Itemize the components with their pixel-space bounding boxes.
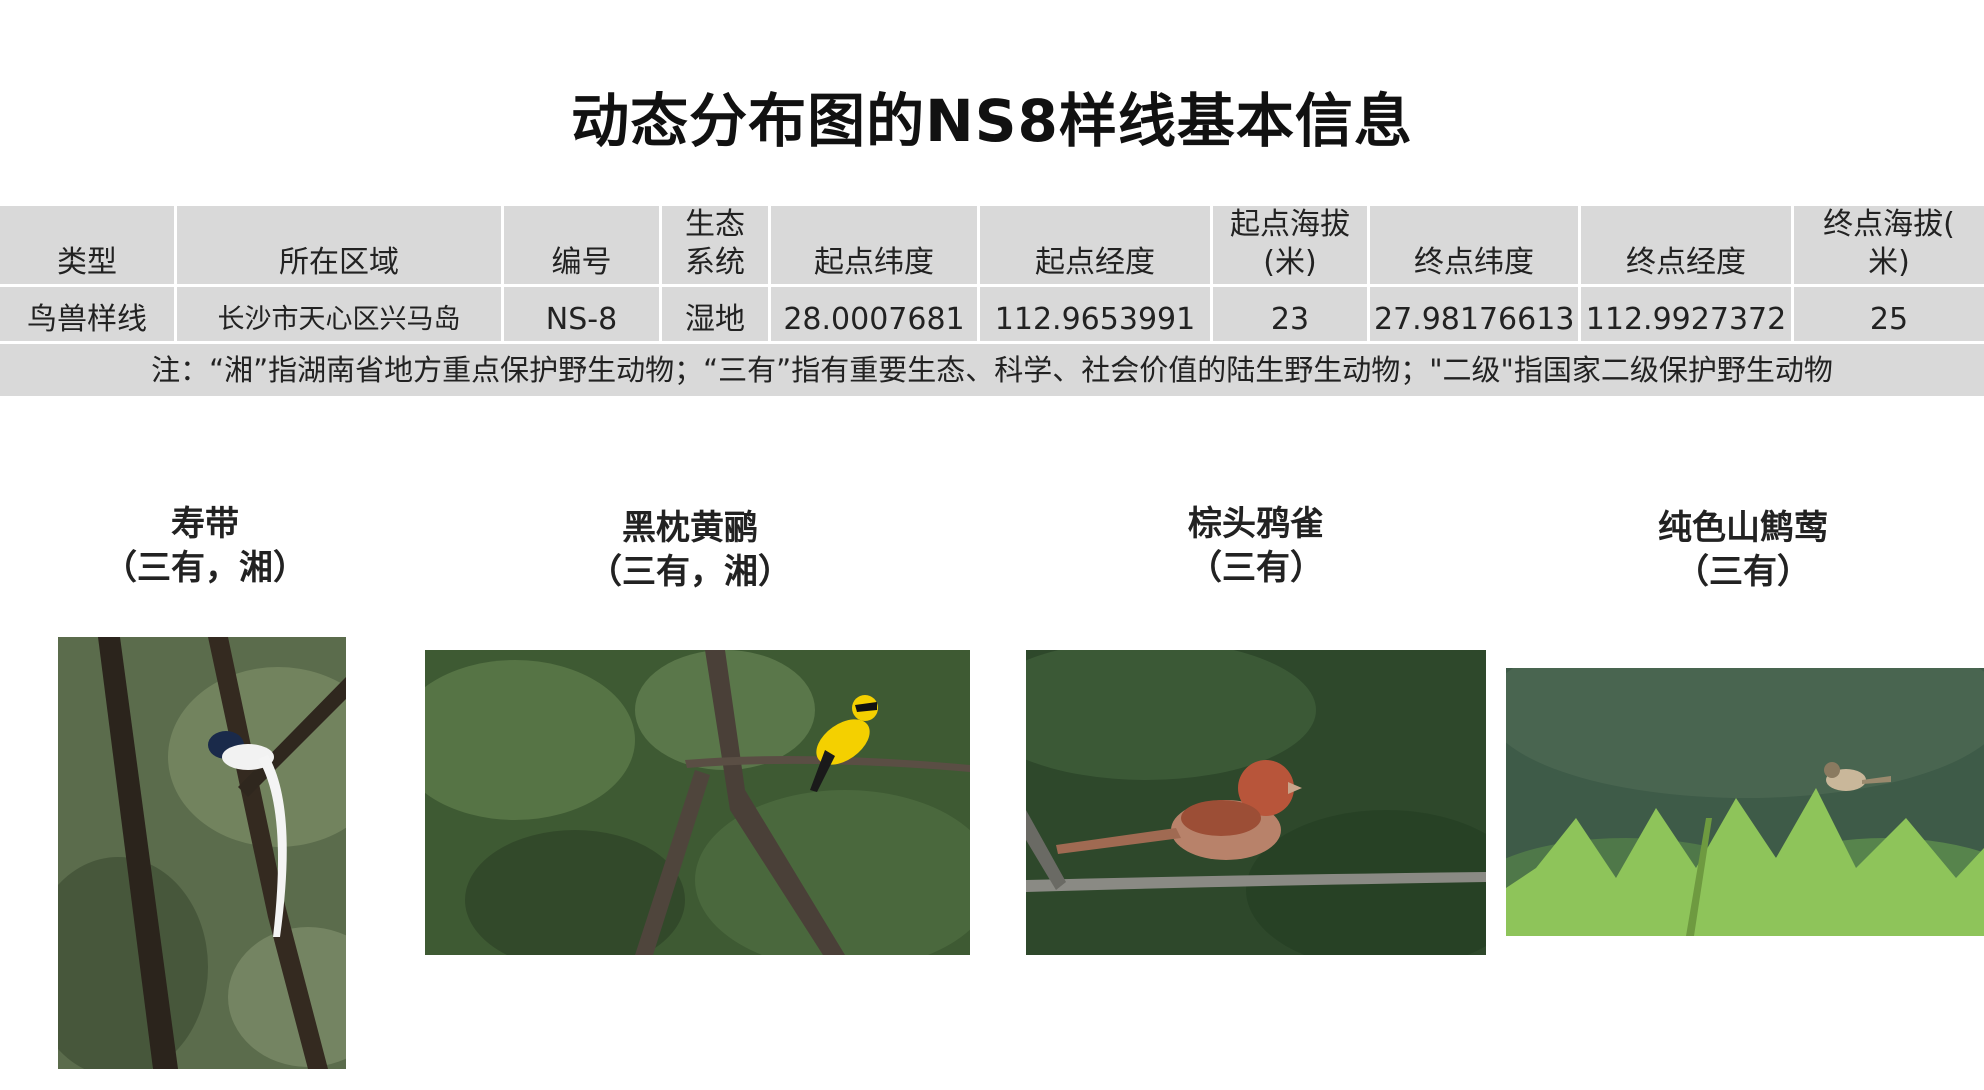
plain-prinia-photo: [1506, 668, 1984, 936]
header-end-lat: 终点纬度: [1370, 206, 1581, 287]
bird-name: 纯色山鹪莺: [1658, 508, 1828, 548]
bird-name: 棕头鸦雀: [1188, 504, 1324, 544]
header-end-alt: 终点海拔(米): [1794, 206, 1984, 287]
cell-start-lat: 28.0007681: [771, 287, 980, 344]
cell-start-lon: 112.9653991: [980, 287, 1213, 344]
table-note-row: 注：“湘”指湖南省地方重点保护野生动物；“三有”指有重要生态、科学、社会价值的陆…: [0, 344, 1984, 396]
cell-type: 鸟兽样线: [0, 287, 177, 344]
cell-ecosystem: 湿地: [662, 287, 771, 344]
header-type: 类型: [0, 206, 177, 287]
bird-name: 黑枕黄鹂: [622, 508, 758, 548]
paradise-flycatcher-photo: [58, 637, 346, 1069]
cell-end-alt: 25: [1794, 287, 1984, 344]
header-start-lat: 起点纬度: [771, 206, 980, 287]
bird-caption-1: 寿带 （三有，湘）: [35, 502, 375, 590]
cell-region: 长沙市天心区兴马岛: [177, 287, 504, 344]
bird-name: 寿带: [171, 504, 239, 544]
cell-end-lon: 112.9927372: [1581, 287, 1794, 344]
cell-start-alt: 23: [1213, 287, 1370, 344]
vinous-throated-parrotbill-photo: [1026, 650, 1486, 955]
table-header-row: 类型 所在区域 编号 生态 系统 起点纬度 起点经度 起点海拔 (米) 终点纬度 终…: [0, 206, 1984, 287]
transect-info-table: 类型 所在区域 编号 生态 系统 起点纬度 起点经度 起点海拔 (米) 终点纬度 终…: [0, 206, 1984, 396]
bird-status: （三有）: [1188, 548, 1324, 588]
header-region: 所在区域: [177, 206, 504, 287]
table-row: 鸟兽样线 长沙市天心区兴马岛 NS-8 湿地 28.0007681 112.96…: [0, 287, 1984, 344]
header-ecosystem: 生态 系统: [662, 206, 771, 287]
bird-caption-4: 纯色山鹪莺 （三有）: [1573, 506, 1913, 594]
page-title: 动态分布图的NS8样线基本信息: [571, 87, 1413, 155]
table-note: 注：“湘”指湖南省地方重点保护野生动物；“三有”指有重要生态、科学、社会价值的陆…: [0, 344, 1984, 396]
bird-caption-2: 黑枕黄鹂 （三有，湘）: [520, 506, 860, 594]
bird-status: （三有，湘）: [103, 548, 307, 588]
header-end-lon: 终点经度: [1581, 206, 1794, 287]
cell-code: NS-8: [504, 287, 662, 344]
bird-caption-3: 棕头鸦雀 （三有）: [1086, 502, 1426, 590]
black-naped-oriole-photo: [425, 650, 970, 955]
bird-status: （三有）: [1675, 552, 1811, 592]
header-code: 编号: [504, 206, 662, 287]
header-start-lon: 起点经度: [980, 206, 1213, 287]
header-start-alt: 起点海拔 (米): [1213, 206, 1370, 287]
cell-end-lat: 27.98176613: [1370, 287, 1581, 344]
bird-status: （三有，湘）: [588, 552, 792, 592]
